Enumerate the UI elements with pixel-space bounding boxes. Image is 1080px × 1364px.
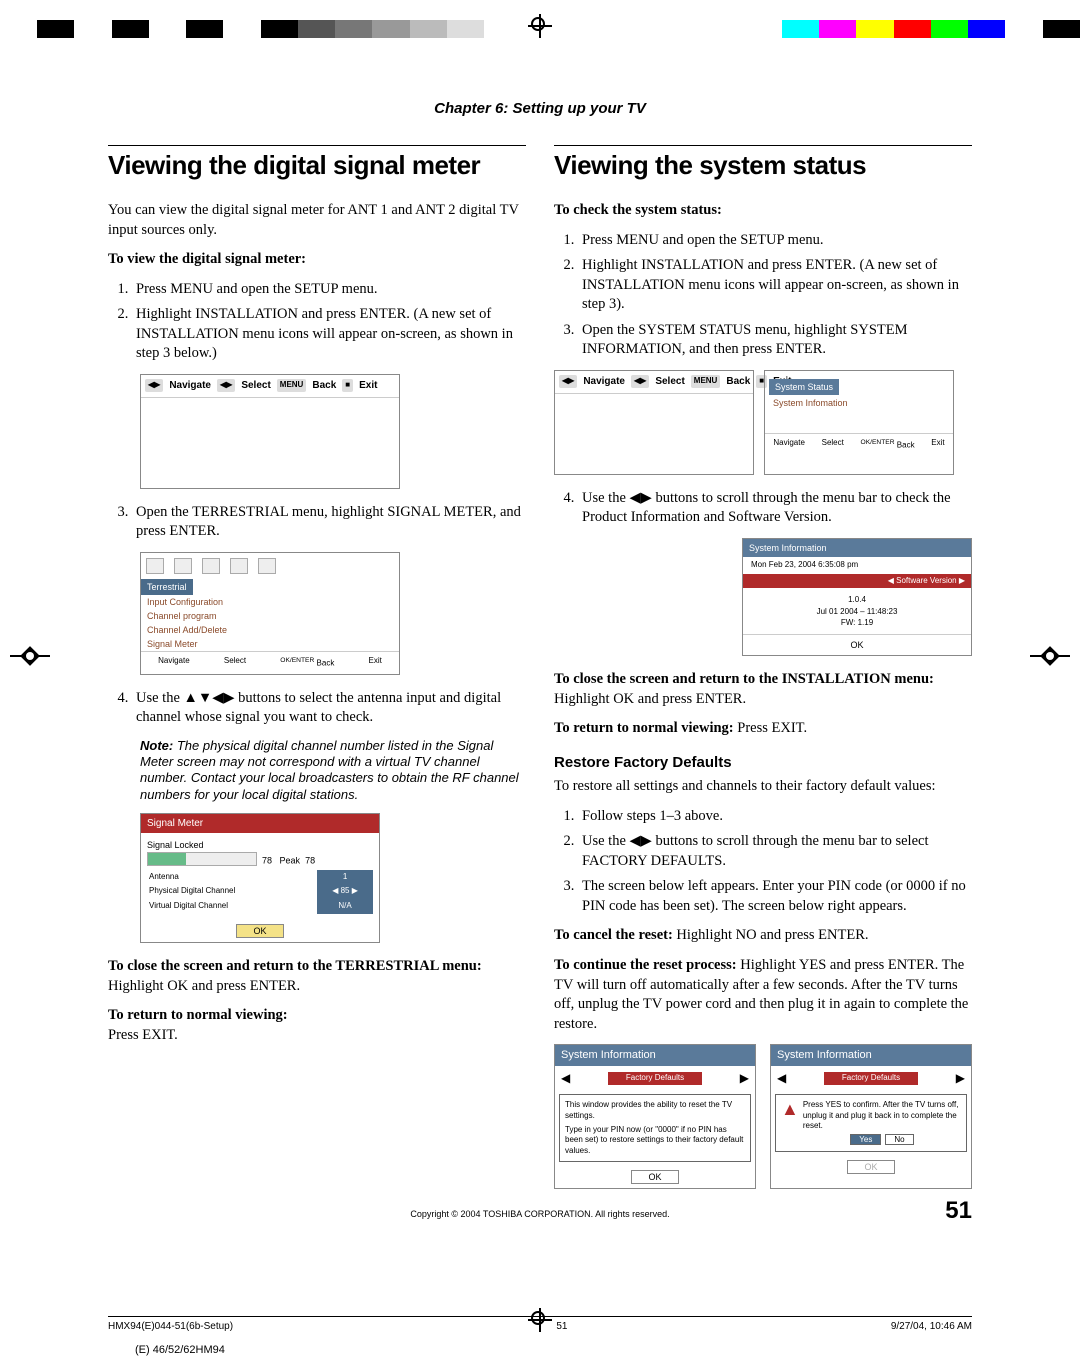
print-footer: HMX94(E)044-51(6b-Setup) 51 9/27/04, 10:…: [108, 1316, 972, 1332]
l-close: To close the screen and return to the TE…: [108, 957, 526, 996]
rs-step2: Use the ◀▶ buttons to scroll through the…: [578, 832, 972, 871]
l-note: Note: The physical digital channel numbe…: [140, 738, 526, 803]
factory-right-figure: System Information ◀Factory Defaults▶ ▲ …: [770, 1044, 972, 1189]
left-intro: You can view the digital signal meter fo…: [108, 201, 526, 240]
r-step3: Open the SYSTEM STATUS menu, highlight S…: [578, 321, 972, 360]
bottom-model-mark: (E) 46/52/62HM94: [135, 1344, 225, 1356]
foot-mid: 51: [556, 1321, 567, 1332]
right-heading: Viewing the system status: [554, 148, 972, 183]
rs-step3: The screen below left appears. Enter you…: [578, 877, 972, 916]
r-step4: Use the ◀▶ buttons to scroll through the…: [578, 489, 972, 528]
restore-intro: To restore all settings and channels to …: [554, 777, 972, 797]
left-heading: Viewing the digital signal meter: [108, 148, 526, 183]
l-step4: Use the ▲▼◀▶ buttons to select the anten…: [132, 689, 526, 728]
install-nav-figure-r: ◀▶Navigate ◀▶Select MENUBack ■Exit: [554, 370, 754, 475]
restore-heading: Restore Factory Defaults: [554, 753, 972, 773]
factory-left-figure: System Information ◀Factory Defaults▶ Th…: [554, 1044, 756, 1189]
system-info-figure: System Information Mon Feb 23, 2004 6:35…: [742, 538, 972, 656]
r-step1: Press MENU and open the SETUP menu.: [578, 231, 972, 251]
rs-continue: To continue the reset process: Highlight…: [554, 956, 972, 1034]
l-step1: Press MENU and open the SETUP menu.: [132, 280, 526, 300]
l-step3: Open the TERRESTRIAL menu, highlight SIG…: [132, 503, 526, 542]
copyright: Copyright © 2004 TOSHIBA CORPORATION. Al…: [108, 1209, 972, 1219]
terrestrial-menu-figure: Terrestrial Input Configuration Channel …: [140, 552, 400, 675]
side-registration-right: [1030, 648, 1070, 664]
left-column: Viewing the digital signal meter You can…: [108, 145, 526, 1189]
r-close: To close the screen and return to the IN…: [554, 670, 972, 709]
install-nav-figure: ◀▶Navigate ◀▶Select MENUBack ■Exit: [140, 374, 400, 489]
signal-meter-figure: Signal Meter Signal Locked 78 Peak 78 An…: [140, 813, 380, 943]
chapter-title: Chapter 6: Setting up your TV: [108, 100, 972, 117]
registration-mark-top: [528, 14, 552, 38]
r-return: To return to normal viewing: Press EXIT.: [554, 719, 972, 739]
rs-step1: Follow steps 1–3 above.: [578, 807, 972, 827]
page-body: Chapter 6: Setting up your TV Viewing th…: [108, 100, 972, 1219]
side-registration-left: [10, 648, 50, 664]
foot-right: 9/27/04, 10:46 AM: [891, 1321, 972, 1332]
foot-left: HMX94(E)044-51(6b-Setup): [108, 1321, 233, 1332]
l-step2: Highlight INSTALLATION and press ENTER. …: [132, 305, 526, 364]
r-sub1: To check the system status:: [554, 202, 722, 218]
rs-cancel: To cancel the reset: Highlight NO and pr…: [554, 926, 972, 946]
page-number: 51: [945, 1197, 972, 1225]
system-status-menu-figure: System Status System Infomation Navigate…: [764, 370, 954, 475]
r-step2: Highlight INSTALLATION and press ENTER. …: [578, 256, 972, 315]
left-sub1: To view the digital signal meter:: [108, 251, 306, 267]
l-return: To return to normal viewing:Press EXIT.: [108, 1006, 526, 1045]
right-column: Viewing the system status To check the s…: [554, 145, 972, 1189]
warning-icon: ▲: [781, 1100, 799, 1146]
